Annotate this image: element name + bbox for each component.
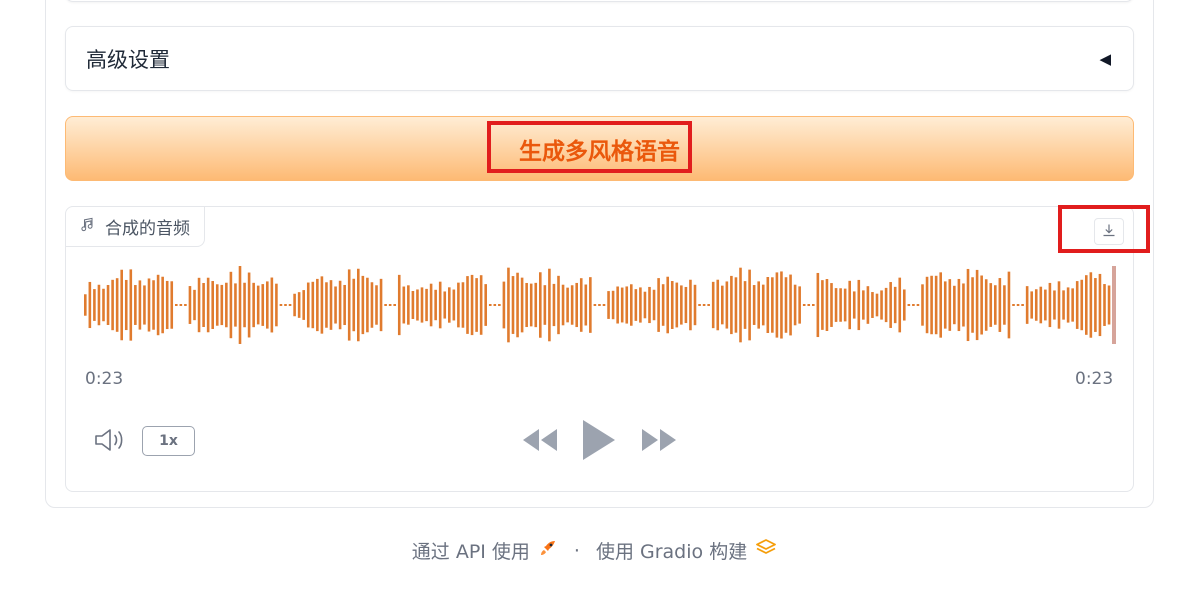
forward-button[interactable] <box>640 427 678 453</box>
current-time: 0:23 <box>85 369 124 389</box>
triangle-left-icon: ◀ <box>1099 49 1111 68</box>
gradio-link[interactable]: 使用 Gradio 构建 <box>596 537 777 564</box>
total-duration: 0:23 <box>1075 369 1114 389</box>
playback-cursor <box>1112 266 1116 344</box>
generate-speech-button[interactable]: 生成多风格语音 <box>65 116 1134 181</box>
volume-icon <box>93 429 129 459</box>
api-link[interactable]: 通过 API 使用 <box>412 537 558 564</box>
audio-label-text: 合成的音频 <box>105 219 190 239</box>
download-icon <box>1102 222 1116 241</box>
fast-forward-icon <box>640 429 678 457</box>
footer-separator: · <box>573 539 580 562</box>
play-button[interactable] <box>581 418 617 462</box>
audio-label: 合成的音频 <box>66 207 205 247</box>
playback-rate-button[interactable]: 1x <box>142 426 195 456</box>
volume-button[interactable] <box>93 425 129 455</box>
download-button[interactable] <box>1094 218 1124 245</box>
previous-component <box>65 0 1134 2</box>
play-icon <box>581 420 617 466</box>
accordion-label: 高级设置 <box>86 47 170 72</box>
api-link-text: 通过 API 使用 <box>411 541 530 563</box>
music-note-icon <box>80 217 95 236</box>
advanced-settings-accordion[interactable]: 高级设置 ◀ <box>65 26 1134 91</box>
generate-button-label: 生成多风格语音 <box>519 138 680 165</box>
gradio-link-text: 使用 Gradio 构建 <box>595 541 748 563</box>
footer: 通过 API 使用 · 使用 Gradio 构建 <box>0 537 1189 564</box>
gradio-logo-icon <box>755 539 777 562</box>
audio-waveform[interactable] <box>84 264 1116 346</box>
rocket-icon <box>538 538 558 563</box>
rewind-button[interactable] <box>521 427 559 453</box>
rewind-icon <box>521 429 559 457</box>
